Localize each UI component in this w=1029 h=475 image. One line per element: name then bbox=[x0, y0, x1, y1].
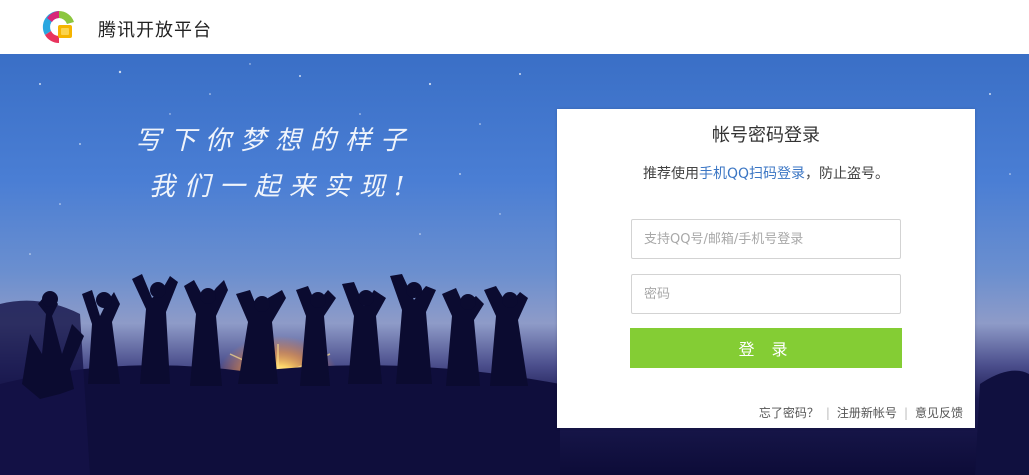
login-button[interactable]: 登 录 bbox=[630, 328, 902, 368]
login-title: 帐号密码登录 bbox=[712, 125, 820, 146]
forgot-password-link[interactable]: 忘了密码？ bbox=[759, 406, 819, 420]
link-separator: | bbox=[825, 406, 830, 420]
register-link[interactable]: 注册新帐号 bbox=[837, 406, 897, 420]
password-input[interactable] bbox=[631, 274, 901, 314]
login-tip-suffix: ，防止盗号。 bbox=[805, 166, 890, 182]
top-header: 腾讯开放平台 bbox=[0, 0, 1029, 54]
login-tip-prefix: 推荐使用 bbox=[642, 166, 699, 182]
login-tip: 推荐使用手机QQ扫码登录，防止盗号。 bbox=[557, 163, 975, 183]
brand-title[interactable]: 腾讯开放平台 bbox=[98, 16, 212, 42]
qq-scan-login-link[interactable]: 手机QQ扫码登录 bbox=[699, 166, 805, 182]
link-separator: | bbox=[903, 406, 908, 420]
feedback-link[interactable]: 意见反馈 bbox=[915, 406, 963, 420]
username-input[interactable] bbox=[631, 219, 901, 259]
login-footer-links: 忘了密码？ | 注册新帐号 | 意见反馈 bbox=[759, 404, 963, 421]
tencent-open-platform-logo-icon[interactable] bbox=[40, 8, 78, 46]
login-card: 帐号密码登录 推荐使用手机QQ扫码登录，防止盗号。 登 录 忘了密码？ | 注册新帐… bbox=[557, 109, 975, 428]
